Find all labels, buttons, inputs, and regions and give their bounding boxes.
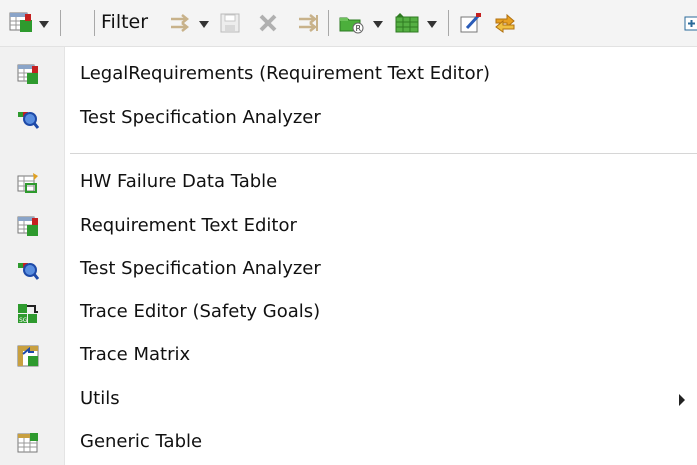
menu-item-label: Trace Editor (Safety Goals) (80, 301, 321, 322)
folder-icon: R (339, 17, 364, 34)
table-editor-icon (9, 12, 32, 32)
menu-item-requirement-text-editor[interactable]: Requirement Text Editor (0, 207, 697, 247)
save-button[interactable] (217, 11, 243, 35)
menu-item-label: Test Specification Analyzer (80, 107, 321, 128)
chevron-down-icon (39, 20, 49, 28)
table-editor-icon (17, 216, 38, 236)
svg-text:R: R (356, 24, 362, 33)
menu-item-label: Utils (80, 388, 120, 409)
open-report-dropdown[interactable] (372, 20, 384, 28)
menu-item-legal-requirements[interactable]: LegalRequirements (Requirement Text Edit… (0, 55, 697, 95)
submenu-arrow-icon (679, 394, 685, 406)
table-editor-dropdown[interactable] (38, 20, 50, 28)
menu-item-label: Trace Matrix (80, 344, 191, 365)
chevron-down-icon (199, 20, 209, 28)
menu-item-utils[interactable]: Utils (0, 380, 697, 420)
table-editor-button[interactable] (8, 11, 34, 35)
menu-item-trace-editor-safety-goals[interactable]: SG Trace Editor (Safety Goals) (0, 293, 697, 333)
menu-item-hw-failure-data-table[interactable]: HW Failure Data Table (0, 163, 697, 203)
magnifier-icon (18, 112, 39, 129)
menu-separator (70, 153, 697, 154)
chevron-down-icon (373, 20, 383, 28)
filter-dropdown[interactable] (198, 20, 210, 28)
menu-item-label: HW Failure Data Table (80, 171, 278, 192)
save-icon (220, 13, 240, 33)
expand-button[interactable] (684, 13, 697, 33)
magnifier-icon (18, 263, 39, 280)
sync-button[interactable] (492, 11, 518, 35)
green-table-icon (395, 13, 419, 33)
chevron-down-icon (427, 20, 437, 28)
table-editor-icon (17, 64, 38, 84)
delete-button[interactable] (255, 11, 281, 35)
editor-menu: LegalRequirements (Requirement Text Edit… (0, 47, 697, 465)
toolbar-separator (328, 10, 329, 36)
trace-editor-icon: SG (18, 304, 38, 324)
toolbar-separator (60, 10, 61, 36)
toolbar-separator (448, 10, 449, 36)
filter-apply-button[interactable] (168, 11, 194, 35)
filter-clear-button[interactable] (296, 11, 322, 35)
open-report-button[interactable]: R (337, 11, 367, 35)
menu-item-test-specification-analyzer-2[interactable]: Test Specification Analyzer (0, 250, 697, 290)
menu-item-label: LegalRequirements (Requirement Text Edit… (80, 63, 491, 84)
toolbar: Filter R (0, 0, 697, 47)
menu-item-label: Test Specification Analyzer (80, 258, 321, 279)
swap-arrows-icon (495, 13, 515, 33)
edit-icon (460, 13, 481, 33)
toolbar-separator (94, 10, 95, 36)
filter-label[interactable]: Filter (101, 9, 148, 35)
trace-matrix-icon (17, 345, 39, 367)
edit-note-button[interactable] (458, 11, 484, 35)
expand-icon (684, 16, 697, 31)
generic-table-icon (17, 433, 38, 453)
export-table-dropdown[interactable] (426, 20, 438, 28)
filter-arrows-icon (299, 14, 318, 32)
close-icon (259, 14, 277, 32)
hw-table-icon (17, 173, 38, 193)
menu-item-test-specification-analyzer[interactable]: Test Specification Analyzer (0, 99, 697, 139)
filter-arrows-icon (171, 14, 190, 32)
menu-item-trace-matrix[interactable]: Trace Matrix (0, 336, 697, 376)
svg-text:SG: SG (19, 317, 28, 324)
export-table-button[interactable] (393, 11, 423, 35)
menu-item-label: Generic Table (80, 431, 203, 452)
menu-item-label: Requirement Text Editor (80, 215, 297, 236)
menu-item-generic-table[interactable]: Generic Table (0, 423, 697, 463)
